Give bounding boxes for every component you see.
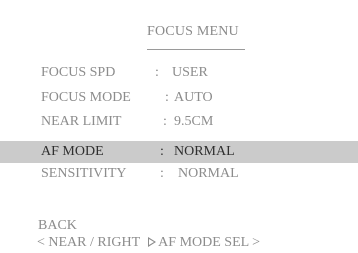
menu-item-value: USER — [172, 65, 208, 80]
menu-item-value: NORMAL — [178, 166, 239, 181]
menu-title: FOCUS MENU — [147, 24, 239, 39]
menu-item-value: AUTO — [174, 90, 213, 105]
menu-item-label: AF MODE — [41, 144, 104, 159]
menu-item-focus-spd[interactable]: FOCUS SPD : USER — [0, 62, 358, 84]
focus-menu-screen: FOCUS MENU FOCUS SPD : USER FOCUS MODE :… — [0, 0, 358, 253]
menu-item-label: SENSITIVITY — [41, 166, 127, 181]
menu-item-near-limit[interactable]: NEAR LIMIT : 9.5CM — [0, 111, 358, 133]
menu-item-separator: : — [160, 166, 164, 181]
menu-item-separator: : — [160, 144, 164, 159]
back-option[interactable]: BACK — [38, 218, 77, 234]
navigation-hints: < NEAR / RIGHT AF MODE SEL > — [37, 235, 260, 251]
menu-item-af-mode[interactable]: AF MODE : NORMAL — [0, 141, 358, 163]
menu-item-separator: : — [163, 114, 167, 129]
title-underline — [147, 49, 245, 50]
menu-item-label: FOCUS SPD — [41, 65, 116, 80]
menu-item-separator: : — [155, 65, 159, 80]
menu-item-value: 9.5CM — [174, 114, 214, 129]
menu-item-sensitivity[interactable]: SENSITIVITY : NORMAL — [0, 163, 358, 185]
near-right-hint: < NEAR / RIGHT — [37, 235, 141, 250]
menu-item-separator: : — [165, 90, 169, 105]
menu-item-label: FOCUS MODE — [41, 90, 131, 105]
menu-item-value: NORMAL — [174, 144, 235, 159]
af-mode-sel-hint: AF MODE SEL > — [158, 235, 261, 250]
play-triangle-outline-icon — [148, 237, 157, 247]
menu-item-focus-mode[interactable]: FOCUS MODE : AUTO — [0, 87, 358, 109]
menu-item-label: NEAR LIMIT — [41, 114, 122, 129]
